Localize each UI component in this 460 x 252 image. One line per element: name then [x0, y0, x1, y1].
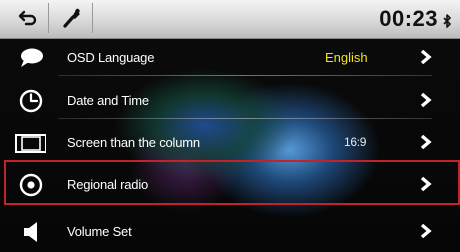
clock-icon [19, 89, 43, 113]
chevron-right-icon [420, 92, 432, 108]
clock-time: 00:23 [379, 6, 438, 31]
row-divider [58, 75, 432, 76]
menu-item-label: OSD Language [67, 50, 155, 65]
chevron-right-icon [420, 49, 432, 65]
speech-bubble-icon [21, 48, 43, 67]
back-button[interactable] [6, 3, 49, 33]
selection-highlight [4, 160, 460, 205]
speaker-icon [24, 222, 37, 242]
menu-item-value: English [325, 50, 368, 65]
menu-item-volume-set[interactable]: Volume Set [0, 214, 460, 250]
wrench-icon [63, 8, 80, 28]
top-bar: 00:23 [0, 0, 460, 39]
menu-item-label: Date and Time [67, 93, 149, 108]
menu-item-value: 16:9 [344, 135, 367, 149]
row-divider [58, 118, 432, 119]
aspect-ratio-icon [15, 134, 46, 153]
menu-item-screen-ratio[interactable]: Screen than the column 16:9 [0, 125, 460, 161]
return-arrow-icon [18, 10, 37, 26]
bluetooth-icon [443, 14, 451, 28]
menu-item-label: Screen than the column [67, 135, 200, 150]
chevron-right-icon [420, 134, 432, 150]
menu-item-osd-language[interactable]: OSD Language English [0, 40, 460, 76]
menu-item-label: Volume Set [67, 224, 132, 239]
menu-item-date-and-time[interactable]: Date and Time [0, 83, 460, 119]
settings-tool-button[interactable] [52, 3, 93, 33]
settings-screen: 00:23 OSD Language English Date and Time [0, 0, 460, 252]
chevron-right-icon [420, 223, 432, 239]
